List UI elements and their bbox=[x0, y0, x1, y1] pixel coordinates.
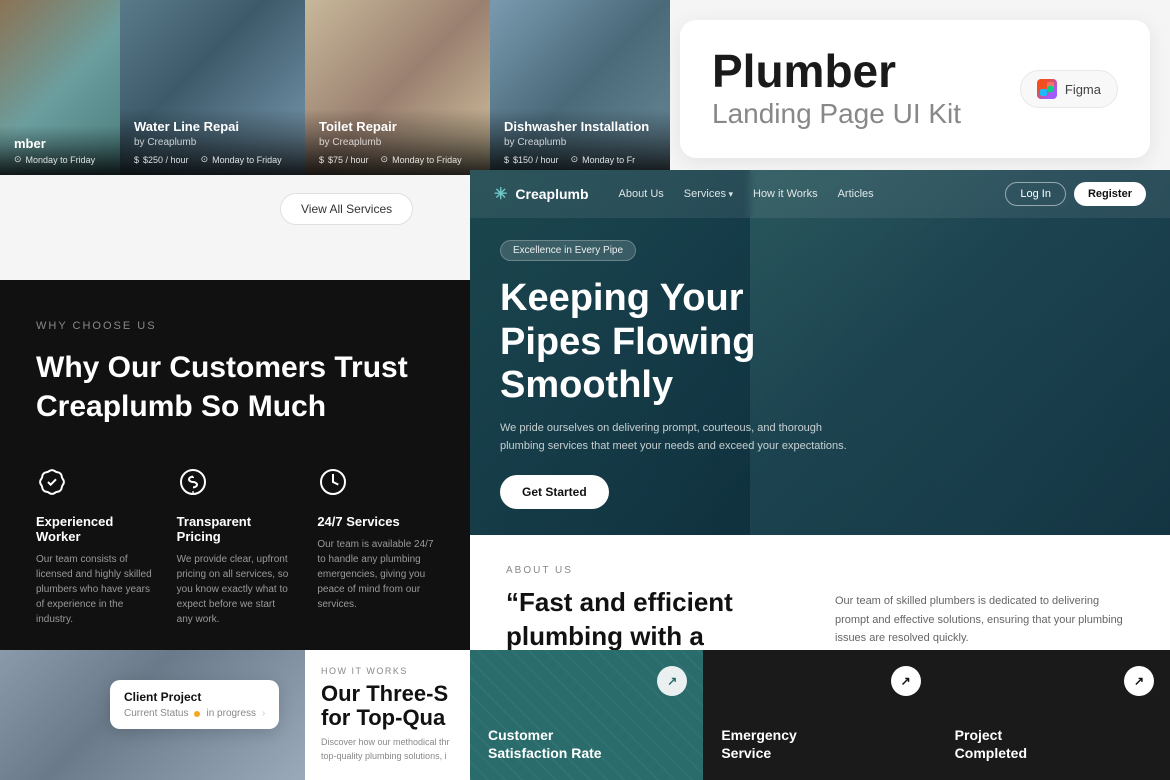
how-it-works-text: HOW IT WORKS Our Three-S for Top-Qua Dis… bbox=[305, 650, 470, 780]
dollar-icon-3: $ bbox=[319, 155, 324, 165]
why-choose-label: WHY CHOOSE US bbox=[36, 320, 434, 332]
stat-card-project[interactable]: ProjectCompleted ↗ bbox=[937, 650, 1170, 780]
feature-2-desc: We provide clear, upfront pricing on all… bbox=[177, 552, 294, 627]
subtitle: Landing Page UI Kit bbox=[712, 98, 961, 130]
client-card-title: Client Project bbox=[124, 690, 265, 704]
hero-navbar: ✳ Creaplumb About Us Services How it Wor… bbox=[470, 170, 1170, 218]
calendar-icon-3: ⊙ bbox=[381, 154, 389, 165]
card-2-by: by Creaplumb bbox=[134, 137, 291, 148]
card-4-schedule: ⊙ Monday to Fr bbox=[571, 154, 636, 165]
stat-cards: CustomerSatisfaction Rate ↗ EmergencySer… bbox=[470, 650, 1170, 780]
view-all-button[interactable]: View All Services bbox=[280, 193, 413, 225]
feature-2-title: Transparent Pricing bbox=[177, 514, 294, 544]
card-4-title: Dishwasher Installation bbox=[504, 119, 656, 135]
hero-badge: Excellence in Every Pipe bbox=[500, 240, 636, 261]
feature-pricing: Transparent Pricing We provide clear, up… bbox=[177, 466, 294, 627]
card-3-schedule: ⊙ Monday to Friday bbox=[381, 154, 462, 165]
why-choose-title: Why Our Customers Trust Creaplumb So Muc… bbox=[36, 348, 434, 426]
client-card-status: Current Status in progress › bbox=[124, 708, 265, 719]
title-card: Plumber Landing Page UI Kit Figma bbox=[680, 20, 1150, 158]
status-label: Current Status bbox=[124, 708, 188, 719]
service-card-2[interactable]: Water Line Repai by Creaplumb $ $250 / h… bbox=[120, 0, 305, 175]
feature-24-7: 24/7 Services Our team is available 24/7… bbox=[317, 466, 434, 627]
card-3-by: by Creaplumb bbox=[319, 137, 476, 148]
bottom-section: Client Project Current Status in progres… bbox=[0, 650, 1170, 780]
service-cards-row: mber ⊙ Monday to Friday Water Line Repai… bbox=[0, 0, 670, 175]
main-title: Plumber bbox=[712, 48, 961, 94]
feature-1-desc: Our team consists of licensed and highly… bbox=[36, 552, 153, 627]
hero-title: Keeping Your Pipes Flowing Smoothly bbox=[500, 277, 850, 408]
hero-section: ✳ Creaplumb About Us Services How it Wor… bbox=[470, 170, 1170, 535]
login-button[interactable]: Log In bbox=[1005, 182, 1066, 206]
card-3-price: $ $75 / hour bbox=[319, 155, 369, 165]
register-button[interactable]: Register bbox=[1074, 182, 1146, 206]
feature-experienced: Experienced Worker Our team consists of … bbox=[36, 466, 153, 627]
nav-how-it-works[interactable]: How it Works bbox=[753, 188, 818, 200]
hero-content: Excellence in Every Pipe Keeping Your Pi… bbox=[500, 240, 850, 515]
stat-card-satisfaction[interactable]: CustomerSatisfaction Rate ↗ bbox=[470, 650, 703, 780]
dollar-icon: $ bbox=[134, 155, 139, 165]
logo-icon: ✳ bbox=[494, 184, 507, 204]
figma-badge[interactable]: Figma bbox=[1020, 70, 1118, 108]
how-it-works-title: Our Three-S for Top-Qua bbox=[321, 682, 454, 730]
card-2-title: Water Line Repai bbox=[134, 119, 291, 135]
feature-3-desc: Our team is available 24/7 to handle any… bbox=[317, 537, 434, 612]
stat-1-title: CustomerSatisfaction Rate bbox=[488, 726, 685, 762]
bottom-left: Client Project Current Status in progres… bbox=[0, 650, 470, 780]
how-it-works-label: HOW IT WORKS bbox=[321, 666, 454, 676]
card-2-price: $ $250 / hour bbox=[134, 155, 189, 165]
title-text-group: Plumber Landing Page UI Kit bbox=[712, 48, 961, 130]
card-4-price: $ $150 / hour bbox=[504, 155, 559, 165]
client-project-card[interactable]: Client Project Current Status in progres… bbox=[110, 680, 279, 729]
hero-cta-button[interactable]: Get Started bbox=[500, 475, 609, 509]
calendar-icon-2: ⊙ bbox=[201, 154, 209, 165]
service-card-1[interactable]: mber ⊙ Monday to Friday bbox=[0, 0, 120, 175]
feature-3-title: 24/7 Services bbox=[317, 514, 434, 529]
feature-1-title: Experienced Worker bbox=[36, 514, 153, 544]
stat-3-title: ProjectCompleted bbox=[955, 726, 1152, 762]
status-dot bbox=[194, 711, 200, 717]
stat-3-arrow-icon: ↗ bbox=[1124, 666, 1154, 696]
clock-icon bbox=[317, 466, 353, 502]
stat-2-arrow-icon: ↗ bbox=[891, 666, 921, 696]
how-it-works-desc: Discover how our methodical thr top-qual… bbox=[321, 736, 454, 763]
hero-logo: ✳ Creaplumb bbox=[494, 184, 589, 204]
nav-articles[interactable]: Articles bbox=[838, 188, 874, 200]
card-4-by: by Creaplumb bbox=[504, 137, 656, 148]
logo-text: Creaplumb bbox=[515, 186, 588, 202]
figma-label: Figma bbox=[1065, 82, 1101, 97]
stat-1-arrow-icon: ↗ bbox=[657, 666, 687, 696]
about-label: ABOUT US bbox=[506, 565, 1134, 576]
nav-about[interactable]: About Us bbox=[619, 188, 664, 200]
calendar-icon-4: ⊙ bbox=[571, 154, 579, 165]
nav-services[interactable]: Services bbox=[684, 188, 733, 200]
calendar-icon: ⊙ bbox=[14, 154, 22, 165]
card-3-title: Toilet Repair bbox=[319, 119, 476, 135]
service-card-3[interactable]: Toilet Repair by Creaplumb $ $75 / hour … bbox=[305, 0, 490, 175]
figma-icon bbox=[1037, 79, 1057, 99]
dollar-icon-4: $ bbox=[504, 155, 509, 165]
stat-2-title: EmergencyService bbox=[721, 726, 918, 762]
hero-desc: We pride ourselves on delivering prompt,… bbox=[500, 420, 850, 455]
service-card-4[interactable]: Dishwasher Installation by Creaplumb $ $… bbox=[490, 0, 670, 175]
badge-check-icon bbox=[36, 466, 72, 502]
features-grid: Experienced Worker Our team consists of … bbox=[36, 466, 434, 627]
card-1-title: mber bbox=[14, 136, 106, 152]
status-value: in progress bbox=[206, 708, 255, 719]
money-icon bbox=[177, 466, 213, 502]
card-1-schedule: ⊙ Monday to Friday bbox=[14, 154, 95, 165]
hero-nav-links: About Us Services How it Works Articles bbox=[619, 188, 874, 200]
hero-nav-right: Log In Register bbox=[1005, 182, 1146, 206]
card-2-schedule: ⊙ Monday to Friday bbox=[201, 154, 282, 165]
card-arrow-icon: › bbox=[262, 708, 265, 719]
stat-card-emergency[interactable]: EmergencyService ↗ bbox=[703, 650, 936, 780]
